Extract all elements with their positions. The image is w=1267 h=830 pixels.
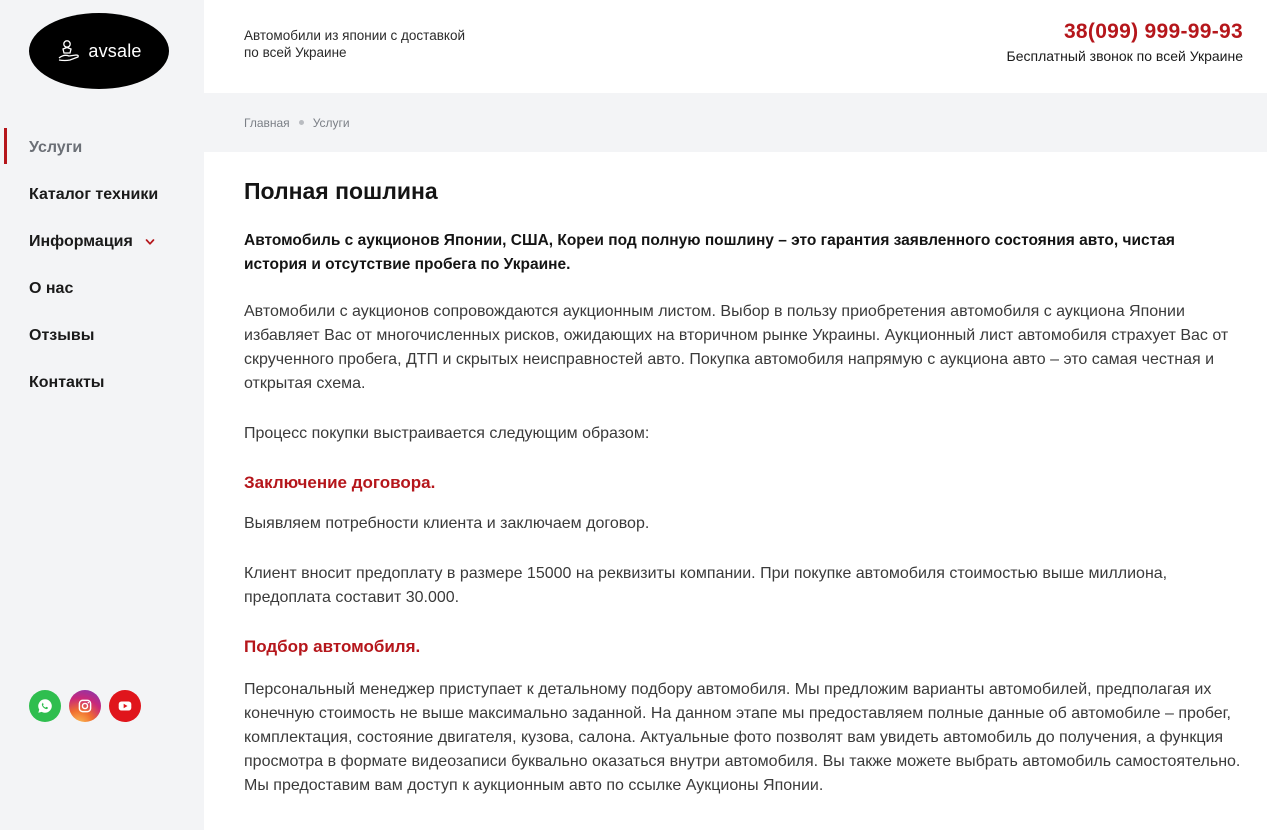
nav-item-label: О нас bbox=[29, 279, 74, 297]
paragraph: Процесс покупки выстраивается следующим … bbox=[244, 425, 650, 442]
nav-item-label: Контакты bbox=[29, 373, 105, 391]
phone-note: Бесплатный звонок по всей Украине bbox=[1006, 48, 1243, 64]
sidebar: avsale Услуги Каталог техники Информация… bbox=[0, 0, 204, 830]
logo-text: avsale bbox=[88, 40, 142, 61]
nav-item-catalog[interactable]: Каталог техники bbox=[0, 171, 204, 218]
nav-item-label: Услуги bbox=[29, 138, 83, 156]
tagline: Автомобили из японии с доставкой по всей… bbox=[244, 28, 466, 60]
main-nav: Услуги Каталог техники Информация О нас … bbox=[0, 124, 204, 406]
youtube-icon[interactable] bbox=[109, 690, 141, 722]
header: Автомобили из японии с доставкой по всей… bbox=[204, 0, 1267, 93]
paragraph: Клиент вносит предоплату в размере 15000… bbox=[244, 565, 1168, 606]
nav-item-label: Каталог техники bbox=[29, 185, 159, 203]
nav-item-reviews[interactable]: Отзывы bbox=[0, 312, 204, 359]
breadcrumb: Главная Услуги bbox=[204, 93, 1267, 152]
breadcrumb-home[interactable]: Главная bbox=[244, 116, 290, 130]
phone-number[interactable]: 38(099) 999-99-93 bbox=[1064, 20, 1243, 44]
breadcrumb-current: Услуги bbox=[312, 115, 350, 130]
breadcrumb-separator bbox=[298, 120, 304, 125]
paragraph: Автомобили с аукционов сопровождаются ау… bbox=[244, 303, 1229, 392]
section-heading: Заключение договора. bbox=[244, 473, 436, 492]
social-links bbox=[29, 690, 141, 722]
lead-paragraph: Автомобиль с аукционов Японии, США, Коре… bbox=[244, 232, 1175, 273]
nav-item-about[interactable]: О нас bbox=[0, 265, 204, 312]
logo[interactable]: avsale bbox=[29, 13, 169, 89]
instagram-icon[interactable] bbox=[69, 690, 101, 722]
whatsapp-icon[interactable] bbox=[29, 690, 61, 722]
page-title: Полная пошлина bbox=[244, 178, 438, 204]
car-hand-icon bbox=[58, 40, 80, 62]
chevron-down-icon[interactable] bbox=[145, 237, 155, 247]
paragraph: Выявляем потребности клиента и заключаем… bbox=[244, 515, 650, 532]
section-heading: Подбор автомобиля. bbox=[244, 637, 421, 656]
nav-item-label: Отзывы bbox=[29, 326, 95, 344]
nav-item-info[interactable]: Информация bbox=[0, 218, 204, 265]
nav-item-services[interactable]: Услуги bbox=[0, 124, 204, 171]
nav-item-label: Информация bbox=[29, 232, 133, 250]
nav-item-contacts[interactable]: Контакты bbox=[0, 359, 204, 406]
paragraph: Персональный менеджер приступает к детал… bbox=[244, 681, 1241, 794]
